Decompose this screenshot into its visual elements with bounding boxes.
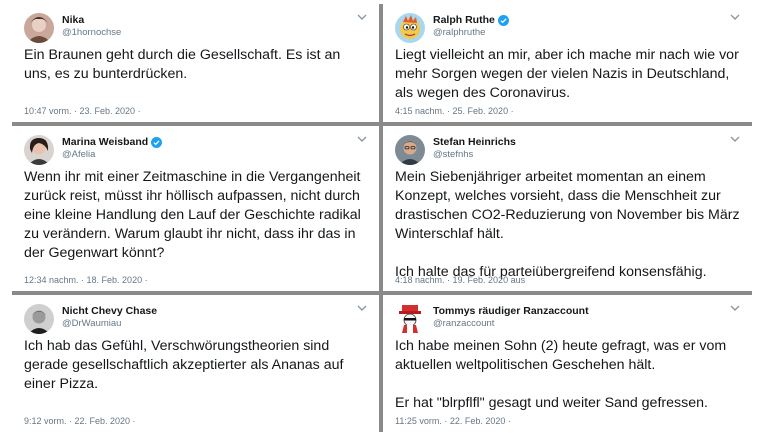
tweet-card[interactable]: Nicht Chevy Chase @DrWaumiau Ich hab das…: [12, 295, 379, 432]
display-name[interactable]: Stefan Heinrichs: [433, 136, 516, 148]
display-name[interactable]: Marina Weisband: [62, 136, 163, 148]
tweet-card[interactable]: Nika @1hornochse Ein Braunen geht durch …: [12, 4, 379, 122]
tweet-timestamp[interactable]: 11:25 vorm. · 22. Feb. 2020 ·: [395, 416, 511, 426]
user-handle[interactable]: @stefnhs: [433, 149, 473, 160]
tweet-paragraph: Wenn ihr mit einer Zeitmaschine in die V…: [24, 169, 361, 261]
tweet-card[interactable]: Tommys räudiger Ranzaccount @ranzaccount…: [383, 295, 752, 432]
tweet-timestamp[interactable]: 10:47 vorm. · 23. Feb. 2020 ·: [24, 106, 141, 116]
tweet-text: Wenn ihr mit einer Zeitmaschine in die V…: [24, 168, 369, 263]
tweet-paragraph: Mein Siebenjähriger arbeitet momentan an…: [395, 169, 740, 242]
chevron-down-icon[interactable]: [357, 304, 367, 312]
user-handle[interactable]: @ralphruthe: [433, 27, 485, 38]
tweet-paragraph: Er hat "blrpflfl" gesagt und weiter Sand…: [395, 395, 708, 411]
avatar[interactable]: [395, 135, 425, 165]
tweet-card[interactable]: Ralph Ruthe @ralphruthe Liegt vielleicht…: [383, 4, 752, 122]
avatar[interactable]: [395, 13, 425, 43]
display-name[interactable]: Nika: [62, 14, 84, 26]
tweet-timestamp[interactable]: 9:12 vorm. · 22. Feb. 2020 ·: [24, 416, 136, 426]
chevron-down-icon[interactable]: [357, 135, 367, 143]
user-handle[interactable]: @ranzaccount: [433, 318, 494, 329]
chevron-down-icon[interactable]: [357, 13, 367, 21]
user-handle[interactable]: @1hornochse: [62, 27, 121, 38]
display-name[interactable]: Ralph Ruthe: [433, 14, 509, 26]
tweet-paragraph: Ich hab das Gefühl, Verschwörungstheorie…: [24, 338, 344, 392]
tweet-text: Ich hab das Gefühl, Verschwörungstheorie…: [24, 337, 369, 394]
avatar[interactable]: [395, 304, 425, 334]
tweet-timestamp[interactable]: 4:18 nachm. · 19. Feb. 2020 aus: [395, 275, 525, 285]
user-handle[interactable]: @DrWaumiau: [62, 318, 121, 329]
tweet-text: Liegt vielleicht an mir, aber ich mache …: [395, 46, 742, 103]
tweet-paragraph: Liegt vielleicht an mir, aber ich mache …: [395, 47, 739, 101]
verified-badge-icon: [151, 136, 163, 148]
verified-badge-icon: [497, 14, 509, 26]
avatar[interactable]: [24, 304, 54, 334]
tweet-text: Ich habe meinen Sohn (2) heute gefragt, …: [395, 337, 742, 413]
tweet-card[interactable]: Stefan Heinrichs @stefnhs Mein Siebenjäh…: [383, 126, 752, 291]
tweet-text: Ein Braunen geht durch die Gesellschaft.…: [24, 46, 369, 84]
user-handle[interactable]: @Afelia: [62, 149, 95, 160]
tweet-card[interactable]: Marina Weisband @Afelia Wenn ihr mit ein…: [12, 126, 379, 291]
chevron-down-icon[interactable]: [730, 13, 740, 21]
avatar[interactable]: [24, 13, 54, 43]
tweet-timestamp[interactable]: 4:15 nachm. · 25. Feb. 2020 ·: [395, 106, 514, 116]
chevron-down-icon[interactable]: [730, 135, 740, 143]
tweet-text: Mein Siebenjähriger arbeitet momentan an…: [395, 168, 742, 282]
tweet-paragraph: Ich habe meinen Sohn (2) heute gefragt, …: [395, 338, 727, 373]
display-name[interactable]: Nicht Chevy Chase: [62, 305, 157, 317]
chevron-down-icon[interactable]: [730, 304, 740, 312]
tweet-timestamp[interactable]: 12:34 nachm. · 18. Feb. 2020 ·: [24, 275, 148, 285]
display-name[interactable]: Tommys räudiger Ranzaccount: [433, 305, 589, 317]
tweet-grid: Nika @1hornochse Ein Braunen geht durch …: [12, 4, 752, 432]
avatar[interactable]: [24, 135, 54, 165]
tweet-paragraph: Ein Braunen geht durch die Gesellschaft.…: [24, 47, 341, 82]
